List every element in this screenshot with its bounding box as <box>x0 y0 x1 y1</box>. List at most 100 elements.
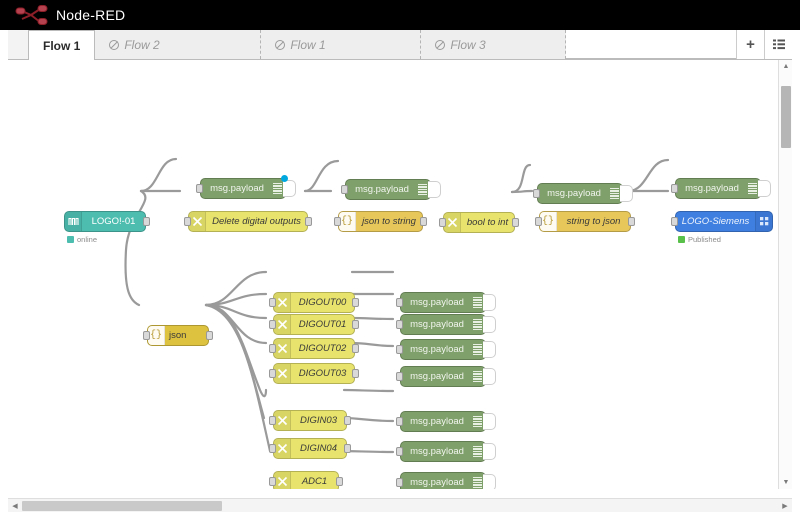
tab-label: Flow 1 <box>43 38 81 53</box>
output-port[interactable] <box>352 344 359 353</box>
node-digout01[interactable]: DIGOUT01 <box>269 314 359 335</box>
output-port[interactable] <box>336 477 343 486</box>
input-port[interactable] <box>269 298 276 307</box>
plus-icon: + <box>746 36 755 53</box>
node-label: DIGIN04 <box>300 443 337 454</box>
output-port[interactable] <box>143 217 150 226</box>
node-debug-11[interactable]: msg.payload <box>396 472 496 489</box>
input-port[interactable] <box>341 185 348 194</box>
node-label: DIGOUT00 <box>298 297 347 308</box>
node-debug-2[interactable]: msg.payload <box>341 179 441 200</box>
flow-canvas[interactable]: LOGO!-01 online msg.payload Delete digit… <box>8 60 778 489</box>
input-port[interactable] <box>143 331 150 340</box>
node-bool-to-int[interactable]: bool to int <box>439 212 519 233</box>
vertical-scrollbar-thumb[interactable] <box>781 86 791 148</box>
node-string-to-json[interactable]: {} string to json <box>535 211 635 232</box>
input-port[interactable] <box>334 217 341 226</box>
input-port[interactable] <box>269 320 276 329</box>
input-port[interactable] <box>184 217 191 226</box>
node-status: online <box>67 235 97 244</box>
function-icon <box>189 212 206 231</box>
node-digin03[interactable]: DIGIN03 <box>269 410 351 431</box>
node-digout00[interactable]: DIGOUT00 <box>269 292 359 313</box>
node-json-to-string[interactable]: {} json to string <box>334 211 427 232</box>
input-port[interactable] <box>396 298 403 307</box>
list-flows-button[interactable] <box>764 30 792 59</box>
node-debug-5[interactable]: msg.payload <box>396 292 496 313</box>
node-debug-8[interactable]: msg.payload <box>396 366 496 387</box>
debug-icon <box>473 370 482 383</box>
add-flow-button[interactable]: + <box>736 30 764 59</box>
tab-flow-1[interactable]: Flow 1 <box>28 30 96 60</box>
tab-flow-1-disabled[interactable]: Flow 1 <box>261 30 422 59</box>
input-port[interactable] <box>396 417 403 426</box>
input-port[interactable] <box>396 447 403 456</box>
debug-node-tail <box>483 294 496 311</box>
node-debug-4[interactable]: msg.payload <box>671 178 771 199</box>
output-port[interactable] <box>352 320 359 329</box>
input-port[interactable] <box>269 444 276 453</box>
scroll-right-arrow[interactable]: ▶ <box>778 499 792 512</box>
input-port[interactable] <box>396 320 403 329</box>
tab-flow-3[interactable]: Flow 3 <box>421 30 567 59</box>
node-delete-digital-outputs[interactable]: Delete digital outputs <box>184 211 312 232</box>
output-port[interactable] <box>344 416 351 425</box>
tab-flow-2[interactable]: Flow 2 <box>95 30 262 59</box>
output-port[interactable] <box>352 369 359 378</box>
input-port[interactable] <box>269 344 276 353</box>
tab-bar-filler <box>566 30 736 59</box>
input-port[interactable] <box>269 369 276 378</box>
node-digin04[interactable]: DIGIN04 <box>269 438 351 459</box>
node-digout02[interactable]: DIGOUT02 <box>269 338 359 359</box>
input-port[interactable] <box>269 477 276 486</box>
status-text: Published <box>688 235 721 244</box>
node-adc1[interactable]: ADC1 <box>269 471 343 489</box>
node-logo-01[interactable]: LOGO!-01 online <box>64 211 150 244</box>
node-debug-9[interactable]: msg.payload <box>396 411 496 432</box>
disabled-icon <box>109 39 120 50</box>
node-debug-3[interactable]: msg.payload <box>533 183 633 204</box>
function-icon <box>274 364 291 383</box>
input-port[interactable] <box>533 189 540 198</box>
output-port[interactable] <box>420 217 427 226</box>
input-port[interactable] <box>671 217 678 226</box>
output-port[interactable] <box>305 217 312 226</box>
output-port[interactable] <box>344 444 351 453</box>
node-debug-1[interactable]: msg.payload <box>196 175 296 199</box>
node-json[interactable]: {} json <box>143 325 213 346</box>
output-port[interactable] <box>352 298 359 307</box>
scroll-down-arrow[interactable]: ▼ <box>779 476 793 489</box>
debug-node-tail <box>483 341 496 358</box>
debug-active-indicator[interactable] <box>281 175 288 182</box>
node-label: ADC1 <box>301 476 328 487</box>
node-digout03[interactable]: DIGOUT03 <box>269 363 359 384</box>
input-port[interactable] <box>396 345 403 354</box>
horizontal-scrollbar-thumb[interactable] <box>22 501 222 511</box>
function-icon <box>444 213 461 232</box>
scroll-up-arrow[interactable]: ▲ <box>779 60 793 73</box>
debug-node-tail <box>283 180 296 197</box>
node-debug-6[interactable]: msg.payload <box>396 314 496 335</box>
output-port[interactable] <box>512 218 519 227</box>
input-port[interactable] <box>396 478 403 487</box>
wire-layer <box>124 157 670 454</box>
output-port[interactable] <box>628 217 635 226</box>
input-port[interactable] <box>671 184 678 193</box>
input-port[interactable] <box>269 416 276 425</box>
app-title: Node-RED <box>56 7 126 23</box>
input-port[interactable] <box>439 218 446 227</box>
input-port[interactable] <box>396 372 403 381</box>
input-port[interactable] <box>196 184 203 193</box>
node-label: msg.payload <box>410 319 464 330</box>
function-icon <box>274 339 291 358</box>
horizontal-scrollbar[interactable]: ◀ ▶ <box>8 498 792 512</box>
function-icon <box>274 315 291 334</box>
input-port[interactable] <box>535 217 542 226</box>
node-debug-7[interactable]: msg.payload <box>396 339 496 360</box>
vertical-scrollbar[interactable]: ▲ ▼ <box>778 60 792 489</box>
scroll-left-arrow[interactable]: ◀ <box>8 499 22 512</box>
node-debug-10[interactable]: msg.payload <box>396 441 496 462</box>
node-label: DIGOUT02 <box>298 343 347 354</box>
output-port[interactable] <box>206 331 213 340</box>
node-mqtt-out-logo-siemens[interactable]: LOGO-Siemens Published <box>671 211 773 244</box>
